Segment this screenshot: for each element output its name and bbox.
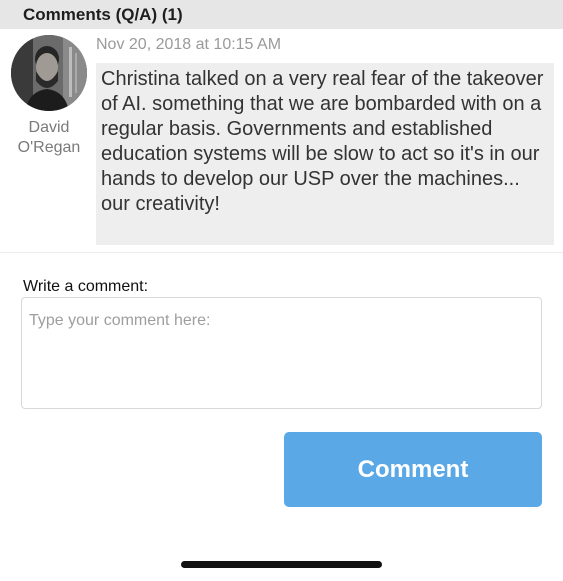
author-last-name: O'Regan <box>17 139 81 156</box>
comment-author: David O'Regan <box>0 118 98 158</box>
comment-input[interactable] <box>21 297 542 409</box>
comment-timestamp: Nov 20, 2018 at 10:15 AM <box>96 36 282 53</box>
comment-bubble: Christina talked on a very real fear of … <box>96 63 554 245</box>
home-indicator[interactable] <box>181 561 382 568</box>
comment-text: Christina talked on a very real fear of … <box>101 68 544 215</box>
comments-header: Comments (Q/A) (1) <box>0 0 563 29</box>
avatar <box>11 35 87 111</box>
divider <box>0 252 563 253</box>
comments-title: Comments (Q/A) (1) <box>23 4 183 24</box>
comment-button[interactable]: Comment <box>284 432 542 507</box>
author-first-name: David <box>28 119 70 136</box>
write-comment-label: Write a comment: <box>23 278 149 295</box>
user-photo-icon <box>11 35 87 111</box>
